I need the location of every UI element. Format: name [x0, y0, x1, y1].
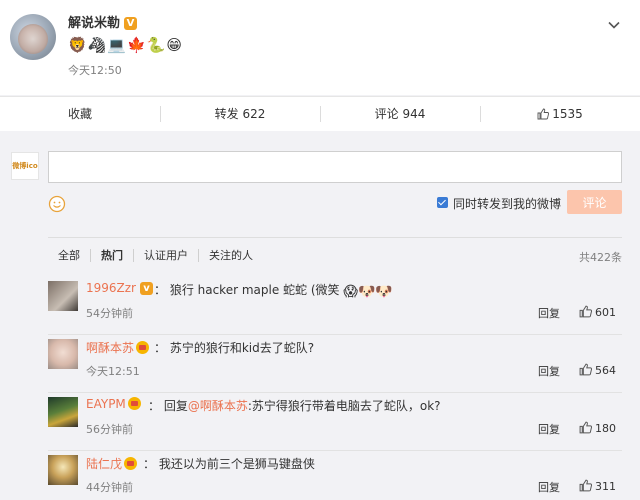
crown-badge-icon — [124, 457, 138, 470]
submit-comment-button[interactable]: 评论 — [567, 190, 622, 214]
comment-author[interactable]: 陆仁戊 — [86, 457, 122, 471]
reply-button[interactable]: 回复 — [538, 305, 560, 321]
comment-item: 陆仁戊 ： 我还以为前三个是狮马键盘侠 44分钟前 回复 311 — [48, 451, 622, 500]
comment-author-wrap: 陆仁戊 — [86, 455, 138, 472]
comment-filter-tabs: 全部 热门 认证用户 关注的人 — [48, 249, 263, 262]
comment-author-wrap: 1996Zzr v — [86, 281, 153, 295]
comment-text-prefix: ： 回复 — [148, 399, 188, 413]
thumbs-up-icon — [537, 108, 550, 120]
comment-author[interactable]: 1996Zzr — [86, 281, 136, 295]
comment-like-count: 564 — [595, 364, 616, 377]
thumbs-up-icon — [579, 363, 592, 376]
favorite-label: 收藏 — [67, 107, 92, 121]
comment-time: 今天12:51 — [86, 365, 140, 378]
thumbs-up-icon — [579, 479, 592, 492]
author-name[interactable]: 解说米勒 — [68, 16, 120, 31]
comment-like-button[interactable]: 601 — [579, 305, 616, 319]
comment-time: 54分钟前 — [86, 307, 133, 320]
comment-text-wrap: ： 回复@啊酥本苏:苏宁得狼行带着电脑去了蛇队，ok? — [148, 397, 441, 414]
filter-hot[interactable]: 热门 — [90, 249, 133, 262]
favorite-button[interactable]: 收藏 — [0, 97, 160, 131]
verified-badge-icon: v — [140, 282, 153, 295]
comment-label: 评论 944 — [374, 107, 426, 121]
comment-time: 44分钟前 — [86, 481, 133, 494]
comment-avatar[interactable] — [48, 281, 78, 311]
comment-like-count: 180 — [595, 422, 616, 435]
comment-text: ： 狼行 hacker maple 蛇蛇 (微笑 — [154, 283, 340, 297]
reply-button[interactable]: 回复 — [538, 479, 560, 495]
thumbs-up-icon — [579, 305, 592, 318]
comment-total: 共422条 — [579, 251, 622, 264]
author-name-wrap: 解说米勒 V — [68, 12, 138, 31]
like-button[interactable]: 1535 — [480, 97, 640, 131]
my-avatar[interactable]: 微博ico — [11, 152, 39, 180]
sync-repost-label[interactable]: 同时转发到我的微博 — [453, 195, 561, 212]
filter-verified[interactable]: 认证用户 — [133, 249, 198, 262]
comment-like-count: 311 — [595, 480, 616, 493]
comment-text-suffix: :苏宁得狼行带着电脑去了蛇队，ok? — [247, 399, 441, 413]
comment-input[interactable] — [48, 151, 622, 183]
comment-author[interactable]: 啊酥本苏 — [86, 341, 134, 355]
comment-avatar[interactable] — [48, 455, 78, 485]
repost-button[interactable]: 转发 622 — [160, 97, 320, 131]
verified-badge-icon: V — [124, 17, 138, 30]
crown-badge-icon — [136, 341, 150, 354]
comment-item: EAYPM ： 回复@啊酥本苏:苏宁得狼行带着电脑去了蛇队，ok? 56分钟前 … — [48, 393, 622, 451]
reply-button[interactable]: 回复 — [538, 421, 560, 437]
repost-label: 转发 622 — [214, 107, 266, 121]
reply-button[interactable]: 回复 — [538, 363, 560, 379]
comment-time: 56分钟前 — [86, 423, 133, 436]
mention-link[interactable]: @啊酥本苏 — [188, 399, 248, 413]
comment-author-wrap: EAYPM — [86, 397, 141, 411]
sync-repost-checkbox[interactable] — [437, 197, 448, 208]
filter-all[interactable]: 全部 — [48, 249, 90, 262]
comment-like-count: 601 — [595, 306, 616, 319]
comment-item: 1996Zzr v ： 狼行 hacker maple 蛇蛇 (微笑 😱🐶🐶 54… — [48, 277, 622, 335]
comment-item: 啊酥本苏 ： 苏宁的狼行和kid去了蛇队? 今天12:51 回复 564 — [48, 335, 622, 393]
crown-badge-icon — [127, 397, 141, 410]
like-count: 1535 — [552, 107, 583, 121]
chevron-down-icon[interactable] — [608, 16, 620, 29]
comment-author[interactable]: EAYPM — [86, 397, 126, 411]
post-time[interactable]: 今天12:50 — [68, 62, 122, 78]
post-card: 解说米勒 V 🦁🦓💻🍁🐍😁 今天12:50 — [0, 0, 640, 95]
comment-text: ： 苏宁的狼行和kid去了蛇队? — [154, 341, 315, 355]
comment-author-wrap: 啊酥本苏 — [86, 339, 150, 356]
comment-emojis: 😱🐶🐶 — [343, 284, 393, 300]
comment-avatar[interactable] — [48, 339, 78, 369]
smiley-icon[interactable] — [48, 195, 66, 213]
post-content: 🦁🦓💻🍁🐍😁 — [68, 36, 184, 54]
post-action-bar: 收藏 转发 622 评论 944 1535 — [0, 96, 640, 131]
comment-like-button[interactable]: 311 — [579, 479, 616, 493]
comment-avatar[interactable] — [48, 397, 78, 427]
comment-text: ： 我还以为前三个是狮马键盘侠 — [143, 457, 315, 471]
filter-following[interactable]: 关注的人 — [198, 249, 263, 262]
comment-button[interactable]: 评论 944 — [320, 97, 480, 131]
comment-like-button[interactable]: 180 — [579, 421, 616, 435]
comment-like-button[interactable]: 564 — [579, 363, 616, 377]
divider — [48, 237, 622, 238]
thumbs-up-icon — [579, 421, 592, 434]
author-avatar[interactable] — [10, 14, 56, 60]
comment-text-wrap: ： 狼行 hacker maple 蛇蛇 (微笑 😱🐶🐶 — [154, 281, 393, 300]
comment-section: 微博ico 同时转发到我的微博 评论 全部 热门 认证用户 关注的人 共422条… — [0, 139, 640, 500]
